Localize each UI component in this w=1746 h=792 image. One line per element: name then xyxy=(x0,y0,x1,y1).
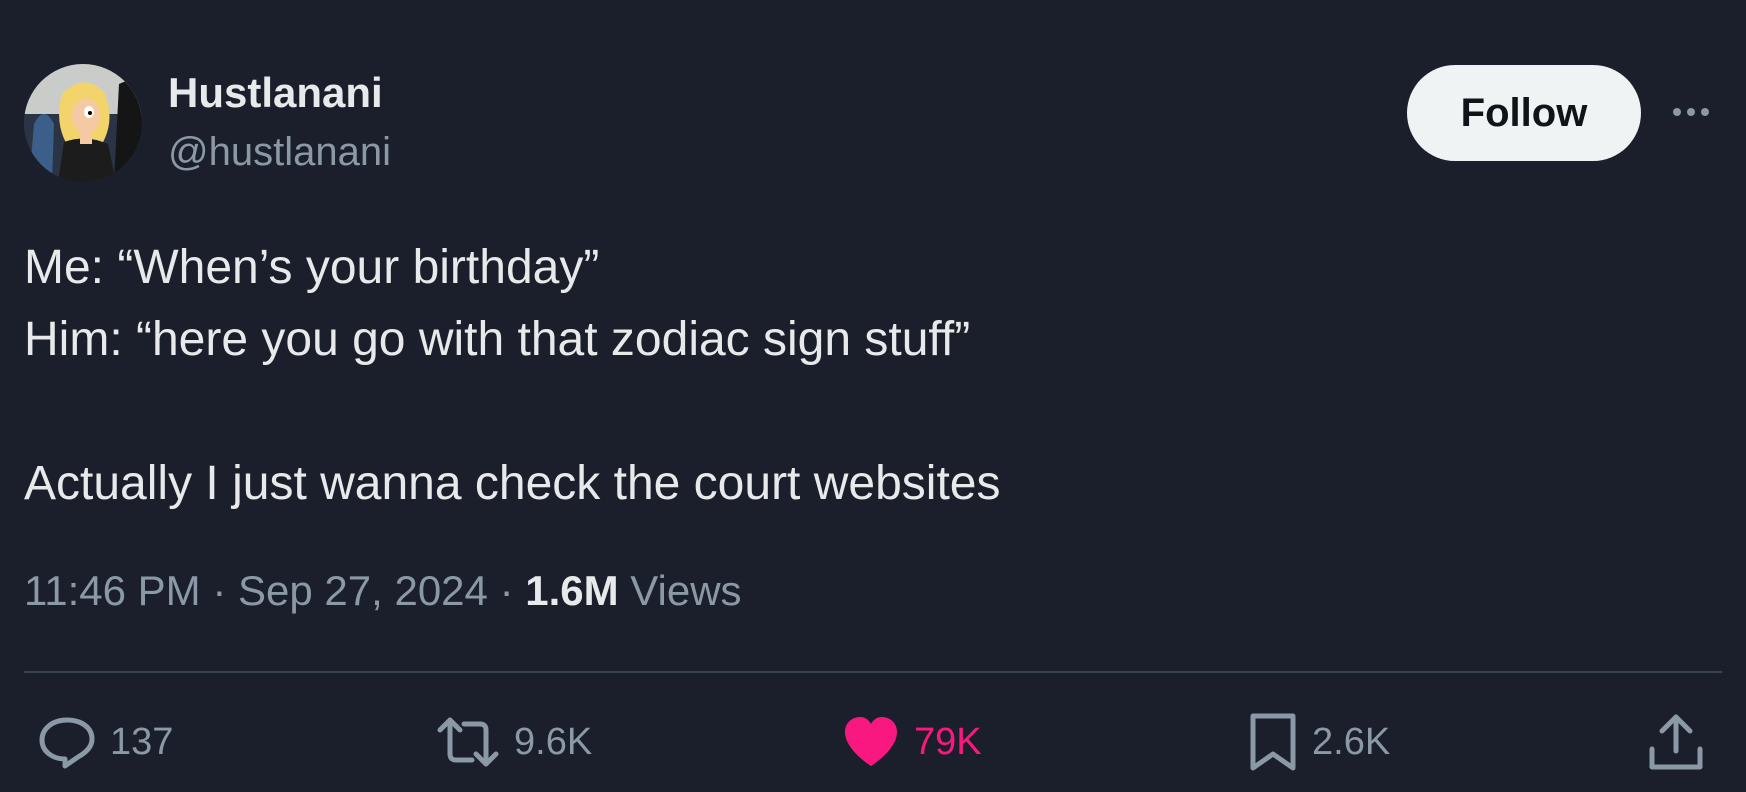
divider xyxy=(24,671,1722,673)
more-horizontal-icon xyxy=(1687,108,1695,116)
tweet-date[interactable]: Sep 27, 2024 xyxy=(238,567,488,614)
tweet-time[interactable]: 11:46 PM xyxy=(24,567,201,614)
display-name[interactable]: Hustlanani xyxy=(168,69,383,116)
reply-count: 137 xyxy=(110,720,174,763)
more-horizontal-icon xyxy=(1701,108,1709,116)
follow-button[interactable]: Follow xyxy=(1407,65,1641,161)
bookmark-count: 2.6K xyxy=(1312,720,1391,763)
like-count: 79K xyxy=(914,720,982,763)
more-horizontal-icon xyxy=(1673,108,1681,116)
heart-icon xyxy=(845,717,897,766)
tweet-line: Me: “When’s your birthday” xyxy=(24,241,600,294)
avatar[interactable] xyxy=(24,64,142,182)
retweet-count: 9.6K xyxy=(514,720,593,763)
tweet-text: Me: “When’s your birthday” Him: “here yo… xyxy=(24,232,1000,520)
views-count: 1.6M xyxy=(525,567,619,614)
share-button[interactable] xyxy=(1648,714,1704,770)
tweet-meta: 11:46 PM · Sep 27, 2024 · 1.6M Views xyxy=(24,566,742,616)
bookmark-button[interactable]: 2.6K xyxy=(1248,713,1391,771)
views-label: Views xyxy=(630,567,742,614)
tweet-line: Him: “here you go with that zodiac sign … xyxy=(24,313,971,366)
meta-separator: · xyxy=(499,567,514,614)
handle[interactable]: @hustlanani xyxy=(168,130,391,174)
tweet-card: Hustlanani @hustlanani Follow Me: “When’… xyxy=(0,0,1746,792)
reply-icon xyxy=(39,717,95,769)
like-button[interactable]: 79K xyxy=(842,714,982,770)
cartoon-woman-avatar-icon xyxy=(24,64,142,182)
bookmark-icon xyxy=(1250,713,1296,771)
more-options-button[interactable] xyxy=(1666,92,1716,132)
share-icon xyxy=(1649,714,1703,770)
retweet-button[interactable]: 9.6K xyxy=(436,714,592,770)
tweet-line: Actually I just wanna check the court we… xyxy=(24,457,1001,510)
retweet-icon xyxy=(437,717,499,767)
reply-button[interactable]: 137 xyxy=(38,714,173,770)
meta-separator: · xyxy=(212,567,227,614)
